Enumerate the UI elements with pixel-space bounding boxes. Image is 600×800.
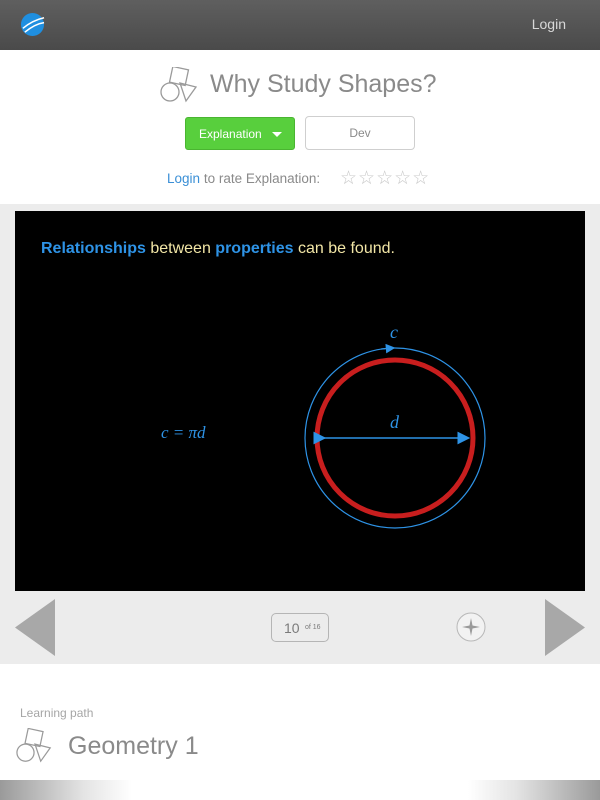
circumference-label: c: [390, 322, 398, 342]
rating-stars[interactable]: ☆☆☆☆☆: [340, 167, 430, 190]
login-link[interactable]: Login: [532, 16, 566, 32]
triangle-left-icon: [15, 599, 55, 656]
explanation-button-label: Explanation: [199, 127, 262, 141]
explanation-dropdown-button[interactable]: Explanation: [185, 117, 295, 150]
circle-diagram: c d: [285, 311, 505, 541]
slide-canvas: Relationships between properties can be …: [15, 211, 585, 591]
slide-caption: Relationships between properties can be …: [41, 240, 395, 258]
compass-icon[interactable]: [456, 612, 486, 642]
dev-button[interactable]: Dev: [305, 116, 415, 150]
learning-path-title[interactable]: Geometry 1: [68, 732, 199, 761]
circumference-arrow: [380, 343, 396, 354]
rate-text: to rate Explanation:: [203, 171, 321, 186]
title-row: Why Study Shapes?: [160, 67, 460, 103]
circumference-formula: c = πd: [161, 423, 206, 442]
shapes-icon: [160, 67, 198, 103]
caption-text-end: can be found.: [293, 240, 395, 257]
rate-prompt: Login to rate Explanation:: [167, 171, 320, 186]
bottom-shadow-bar: [0, 780, 600, 800]
caption-text-between: between: [145, 240, 216, 257]
top-bar: Login: [0, 0, 600, 50]
slide-total: of 16: [305, 624, 321, 631]
rate-login-link[interactable]: Login: [167, 171, 200, 186]
page-header: Why Study Shapes? Explanation Dev Login …: [0, 50, 600, 204]
triangle-right-icon: [545, 599, 585, 656]
slide-pager[interactable]: 10 of 16: [271, 613, 329, 642]
caption-highlight-properties: properties: [215, 240, 294, 257]
chevron-down-icon: [272, 132, 282, 137]
diameter-label: d: [390, 412, 399, 432]
shapes-icon: [16, 728, 52, 763]
learning-path-label: Learning path: [20, 706, 94, 720]
globe-logo-icon[interactable]: [20, 12, 45, 37]
next-slide-button[interactable]: [545, 599, 585, 656]
caption-highlight-relationships: Relationships: [41, 240, 146, 257]
current-slide-number: 10: [284, 620, 300, 636]
page-title: Why Study Shapes?: [210, 70, 437, 98]
previous-slide-button[interactable]: [15, 599, 55, 656]
